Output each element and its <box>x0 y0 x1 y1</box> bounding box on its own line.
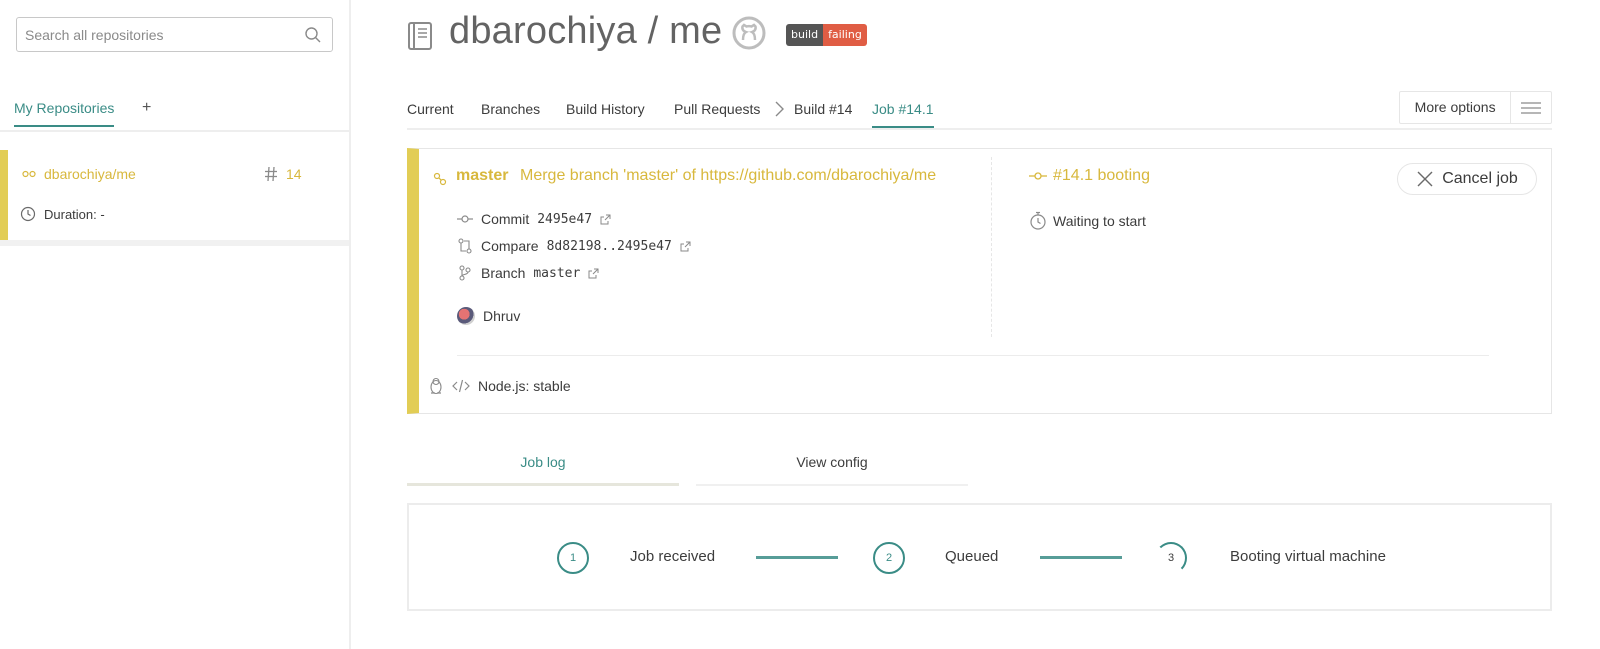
tab-build-history[interactable]: Build History <box>566 101 645 117</box>
repo-build-number[interactable]: 14 <box>264 166 302 182</box>
repo-link[interactable]: dbarochiya/me <box>22 166 136 182</box>
compare-row[interactable]: Compare 8d82198..2495e47 <box>457 238 691 254</box>
commit-label: Commit <box>481 211 530 227</box>
avatar <box>457 307 475 325</box>
build-number: 14 <box>286 166 302 182</box>
build-status-badge[interactable]: build failing <box>786 24 867 46</box>
step-connector <box>1040 556 1122 559</box>
step-connector <box>756 556 838 559</box>
step-number: 2 <box>873 542 905 574</box>
badge-label: build <box>786 24 824 46</box>
step-number: 1 <box>557 542 589 574</box>
search-box[interactable] <box>16 17 333 52</box>
page-title: dbarochiya / me <box>449 10 723 52</box>
branch-row[interactable]: Branch master <box>457 265 599 281</box>
external-link-icon[interactable] <box>680 241 691 252</box>
repo-book-icon <box>408 22 432 50</box>
close-icon <box>1417 171 1433 187</box>
badge-status: failing <box>823 24 867 46</box>
step-label: Queued <box>945 548 999 565</box>
chevron-right-icon <box>775 101 784 117</box>
branch-value[interactable]: master <box>533 266 580 281</box>
build-status-icon <box>22 170 36 178</box>
repo-card[interactable]: dbarochiya/me 14 Duration: - <box>0 150 349 240</box>
tab-build[interactable]: Build #14 <box>794 101 852 117</box>
cancel-job-label: Cancel job <box>1442 170 1518 187</box>
job-wait-text: Waiting to start <box>1053 213 1146 229</box>
divider <box>991 157 992 337</box>
external-link-icon[interactable] <box>600 214 611 225</box>
tab-branches[interactable]: Branches <box>481 101 540 117</box>
tab-current[interactable]: Current <box>407 101 454 117</box>
hash-icon <box>265 166 277 182</box>
menu-icon[interactable] <box>1511 92 1551 123</box>
step-number: 3 <box>1155 542 1187 574</box>
external-link-icon[interactable] <box>588 268 599 279</box>
tab-my-repositories[interactable]: My Repositories <box>14 100 115 127</box>
repo-nav: Current Branches Build History Pull Requ… <box>407 91 1552 130</box>
step-label: Booting virtual machine <box>1230 548 1386 565</box>
compare-range[interactable]: 8d82198..2495e47 <box>547 239 672 254</box>
commit-message: Merge branch 'master' of https://github.… <box>520 167 937 184</box>
tab-view-config[interactable]: View config <box>696 454 968 486</box>
language-text: Node.js: stable <box>478 378 571 394</box>
github-icon[interactable] <box>732 16 766 50</box>
job-summary: master Merge branch 'master' of https://… <box>407 148 1552 414</box>
linux-icon <box>430 377 442 395</box>
job-language: Node.js: stable <box>428 377 571 395</box>
stopwatch-icon <box>1030 211 1046 230</box>
compare-label: Compare <box>481 238 539 254</box>
search-input[interactable] <box>17 18 287 51</box>
job-wait: Waiting to start <box>1029 211 1146 231</box>
clock-icon <box>20 206 36 222</box>
more-options-dropdown[interactable]: More options <box>1399 91 1552 124</box>
commit-icon <box>457 215 473 223</box>
search-icon[interactable] <box>304 26 322 44</box>
code-icon <box>452 379 470 393</box>
branch-label: Branch <box>481 265 526 281</box>
step-label: Job received <box>630 548 716 565</box>
more-options-label[interactable]: More options <box>1400 92 1512 123</box>
sidebar-tabs: My Repositories + <box>0 96 349 132</box>
repo-name: dbarochiya/me <box>44 166 136 182</box>
sidebar: My Repositories + dbarochiya/me 14 Durat… <box>0 0 351 649</box>
compare-icon <box>458 238 472 254</box>
job-branch-name[interactable]: master <box>456 167 508 185</box>
tab-job[interactable]: Job #14.1 <box>872 101 934 128</box>
branch-icon <box>459 265 471 281</box>
author-name: Dhruv <box>483 308 521 324</box>
add-repository-button[interactable]: + <box>142 99 151 117</box>
repo-card-footer <box>0 240 349 246</box>
job-status: #14.1 booting <box>1029 167 1150 185</box>
commit-icon <box>1029 172 1047 180</box>
branch-icon <box>433 172 447 186</box>
boot-progress: 1 Job received 2 Queued 3 Booting virtua… <box>407 503 1552 611</box>
cancel-job-button[interactable]: Cancel job <box>1397 163 1537 195</box>
author-row: Dhruv <box>457 307 520 325</box>
commit-row[interactable]: Commit 2495e47 <box>457 211 611 227</box>
divider <box>457 355 1489 356</box>
repo-duration: Duration: - <box>20 206 105 222</box>
tab-job-log[interactable]: Job log <box>407 454 679 486</box>
tab-pull-requests[interactable]: Pull Requests <box>674 101 760 117</box>
commit-sha[interactable]: 2495e47 <box>537 212 592 227</box>
duration-text: Duration: - <box>44 206 105 222</box>
job-status-text: #14.1 booting <box>1053 167 1150 184</box>
